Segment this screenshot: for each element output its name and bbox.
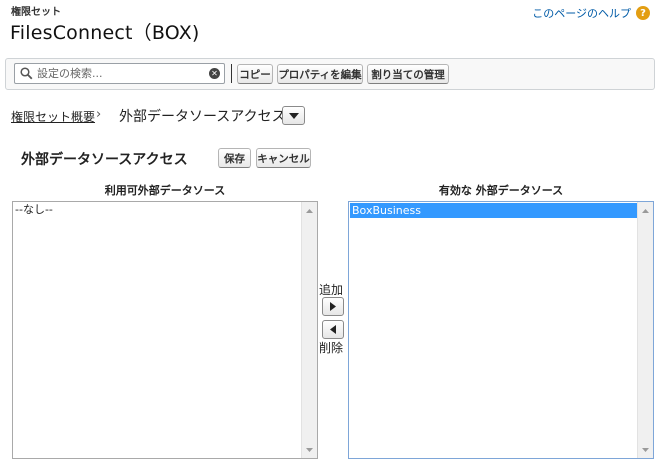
list-item[interactable]: BoxBusiness	[350, 203, 638, 218]
add-button[interactable]	[322, 297, 344, 316]
page-title: FilesConnect（BOX)	[10, 22, 200, 44]
list-item[interactable]: --なし--	[13, 202, 317, 217]
remove-label: 削除	[319, 341, 344, 355]
chevron-down-icon	[288, 112, 299, 119]
available-list-scrollbar[interactable]	[301, 202, 317, 458]
cancel-button[interactable]: キャンセル	[256, 148, 311, 168]
breadcrumb-parent-link[interactable]: 権限セット概要	[11, 108, 95, 125]
toolbar-separator	[231, 64, 232, 83]
breadcrumb-separator: ›	[96, 107, 102, 122]
scroll-down-icon[interactable]	[638, 442, 653, 457]
available-list[interactable]: --なし--	[12, 201, 318, 459]
copy-button[interactable]: コピー	[237, 64, 273, 84]
edit-properties-button[interactable]: プロパティを編集	[277, 64, 363, 84]
page-kicker: 権限セット	[11, 7, 61, 18]
help-link[interactable]: このページのヘルプ ?	[532, 5, 650, 21]
available-list-label: 利用可外部データソース	[104, 184, 226, 197]
section-title: 外部データソースアクセス	[21, 152, 188, 168]
search-input[interactable]	[37, 65, 202, 82]
clear-search-icon[interactable]: ✕	[209, 68, 220, 79]
scroll-up-icon[interactable]	[638, 203, 653, 218]
add-label: 追加	[319, 283, 344, 297]
scroll-up-icon[interactable]	[302, 203, 317, 218]
save-button[interactable]: 保存	[218, 148, 251, 168]
search-icon	[20, 67, 33, 80]
arrow-left-icon	[330, 325, 336, 334]
help-link-label[interactable]: このページのヘルプ	[532, 5, 631, 21]
breadcrumb-current: 外部データソースアクセス	[119, 109, 286, 125]
scroll-down-icon[interactable]	[302, 442, 317, 457]
breadcrumb-dropdown-button[interactable]	[282, 106, 305, 125]
enabled-list-scrollbar[interactable]	[637, 202, 653, 458]
search-box[interactable]: ✕	[14, 63, 225, 84]
remove-button[interactable]	[322, 320, 344, 339]
help-question-icon[interactable]: ?	[636, 6, 650, 20]
arrow-right-icon	[330, 302, 336, 311]
enabled-list[interactable]: BoxBusiness	[348, 201, 654, 459]
manage-assignments-button[interactable]: 割り当ての管理	[367, 64, 449, 84]
enabled-list-label: 有効な 外部データソース	[438, 184, 564, 197]
